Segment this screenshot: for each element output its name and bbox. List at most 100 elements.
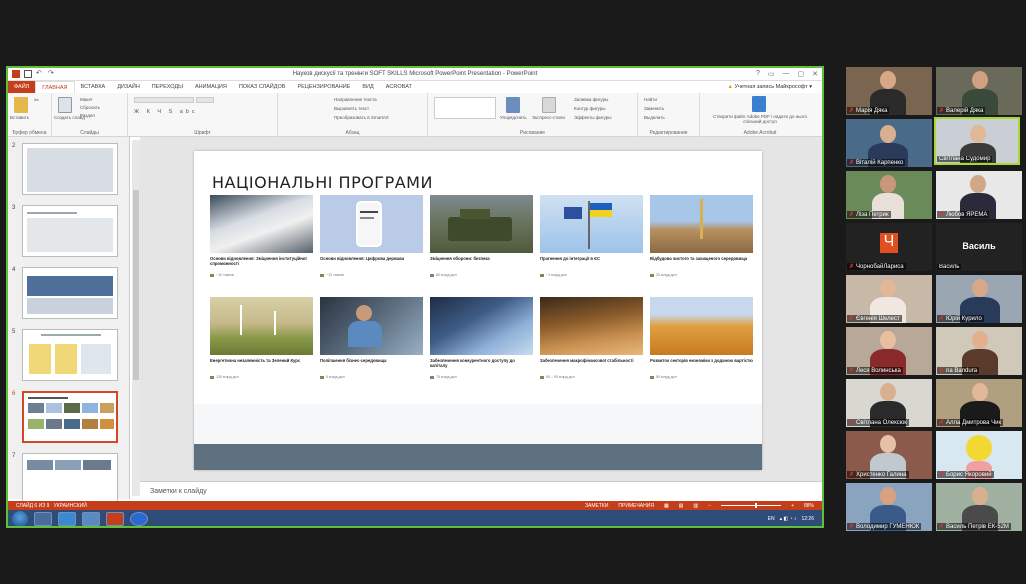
participant-name: ✗ Володимир ГУМЕНЮК [847, 523, 922, 530]
quick-styles-button[interactable]: Экспресс-стили [532, 115, 565, 120]
create-pdf-icon[interactable] [752, 96, 766, 112]
slide-thumbnail-selected[interactable] [22, 391, 118, 443]
tab-transitions[interactable]: ПЕРЕХОДЫ [146, 81, 189, 93]
account-menu[interactable]: ▲ Учетная запись Майкрософт ▾ [727, 84, 822, 90]
find-button[interactable]: Найти [644, 97, 657, 102]
font-family-select[interactable] [134, 97, 194, 103]
participant-tile[interactable]: ✗ Василь Петрів ЕК-52М [936, 483, 1022, 531]
thumbnail-5[interactable]: 5 [10, 329, 128, 385]
section-button[interactable]: Раздел [80, 113, 95, 118]
zoom-slider[interactable] [721, 503, 782, 508]
slide-thumbnail[interactable] [22, 143, 118, 195]
maximize-button[interactable]: ▢ [798, 70, 805, 78]
comments-toggle-button[interactable]: ПРИМЕЧАНИЯ [618, 503, 654, 509]
participant-tile[interactable]: ✗ Любов ЯРЕМА [936, 171, 1022, 219]
tab-design[interactable]: ДИЗАЙН [111, 81, 146, 93]
participant-tile[interactable]: ✗ Марія Дяка [846, 67, 932, 115]
muted-mic-icon: ✗ [939, 420, 945, 426]
tab-animations[interactable]: АНИМАЦИЯ [189, 81, 233, 93]
font-size-select[interactable] [196, 97, 214, 103]
participant-tile[interactable]: ✗ Володимир ГУМЕНЮК [846, 483, 932, 531]
shape-outline-button[interactable]: Контур фигуры [574, 106, 605, 111]
participant-tile[interactable]: ✗ Ліза Петрик [846, 171, 932, 219]
zoom-out-button[interactable]: − [708, 503, 711, 509]
quick-styles-icon[interactable] [542, 97, 556, 113]
thumbnail-6[interactable]: 6 [10, 391, 128, 447]
slide-thumbnail[interactable] [22, 453, 118, 505]
participant-tile[interactable]: ✗ Леся Волинська [846, 327, 932, 375]
shapes-gallery[interactable] [434, 97, 496, 119]
participant-tile[interactable]: Василь Василь [936, 223, 1022, 271]
tab-insert[interactable]: ВСТАВКА [75, 81, 112, 93]
tab-view[interactable]: ВИД [356, 81, 379, 93]
thumbnail-3[interactable]: 3 [10, 205, 128, 261]
sorter-view-icon[interactable]: ▤ [679, 503, 684, 509]
ribbon: Вставить ✂ Буфер обмена Создать слайд Ма… [8, 93, 822, 137]
notes-toggle-button[interactable]: ЗАМЕТКИ [585, 503, 608, 509]
close-button[interactable]: ✕ [812, 70, 818, 78]
participant-tile[interactable]: ✗ Борис Якоровий [936, 431, 1022, 479]
help-button[interactable]: ? [756, 70, 760, 78]
replace-button[interactable]: Заменить [644, 106, 664, 111]
tab-file[interactable]: ФАЙЛ [8, 81, 36, 93]
zoom-level[interactable]: 88% [804, 503, 814, 509]
participant-tile-active-speaker[interactable]: Світлана Судомир [934, 117, 1020, 165]
chrome-taskbar-icon[interactable] [58, 512, 76, 526]
slide-thumbnail[interactable] [22, 267, 118, 319]
powerpoint-taskbar-icon[interactable] [106, 512, 124, 526]
participant-tile[interactable]: ✗ Юрій Курило [936, 275, 1022, 323]
thumbnails-scrollbar[interactable] [132, 140, 140, 496]
tab-acrobat[interactable]: ACROBAT [380, 81, 418, 93]
arrange-icon[interactable] [506, 97, 520, 113]
paste-button[interactable]: Вставить [10, 115, 29, 120]
participant-tile[interactable]: ✗ Євгенія Шелест [846, 275, 932, 323]
status-bar: СЛАЙД 6 ИЗ 9 УКРАИНСКИЙ ЗАМЕТКИ ПРИМЕЧАН… [8, 501, 822, 510]
explorer-taskbar-icon[interactable] [34, 512, 52, 526]
current-slide[interactable]: НАЦІОНАЛЬНІ ПРОГРАМИ Основи відновлення:… [194, 151, 762, 470]
cut-icon[interactable]: ✂ [34, 97, 39, 104]
arrange-button[interactable]: Упорядочить [500, 115, 527, 120]
office-worker-photo [320, 297, 423, 355]
language-indicator[interactable]: УКРАИНСКИЙ [54, 503, 87, 509]
participant-tile[interactable]: ✗ na Bandura [936, 327, 1022, 375]
minimize-button[interactable]: — [783, 70, 790, 78]
zoom-in-button[interactable]: + [791, 503, 794, 509]
font-format-buttons[interactable]: Ж К Ч S abc [134, 109, 198, 115]
tab-review[interactable]: РЕЦЕНЗИРОВАНИЕ [291, 81, 356, 93]
participant-tile[interactable]: Ч ✗ ЧорнобайЛариса [846, 223, 932, 271]
thumbnail-number: 2 [12, 143, 16, 149]
tab-home[interactable]: ГЛАВНАЯ [35, 81, 75, 93]
shape-effects-button[interactable]: Эффекты фигуры [574, 115, 612, 120]
reading-view-icon[interactable]: ▥ [693, 503, 698, 509]
create-pdf-button[interactable]: Створити файл Adobe PDF і надати до ньог… [704, 114, 816, 124]
slide-thumbnail[interactable] [22, 205, 118, 257]
clock[interactable]: 12:26 [801, 516, 814, 522]
normal-view-icon[interactable]: ▦ [664, 503, 669, 509]
text-direction-button[interactable]: Направление текста [334, 97, 377, 102]
smartart-button[interactable]: Преобразовать в SmartArt [334, 115, 389, 120]
thumbnail-4[interactable]: 4 [10, 267, 128, 323]
participant-tile[interactable]: ✗ Світлана Олексюк [846, 379, 932, 427]
select-button[interactable]: Выделить [644, 115, 665, 120]
ribbon-display-button[interactable]: ▭ [768, 70, 775, 78]
shape-fill-button[interactable]: Заливка фигуры [574, 97, 608, 102]
reset-button[interactable]: Сбросить [80, 105, 100, 110]
keyboard-language[interactable]: EN [768, 516, 775, 522]
thumbnail-2[interactable]: 2 [10, 143, 128, 199]
tray-icons[interactable]: ▴ ◧ ◔ ♪ [780, 516, 797, 522]
slide-thumbnail[interactable] [22, 329, 118, 381]
participant-tile[interactable]: ✗ Алла Дмитрова Чик [936, 379, 1022, 427]
align-text-button[interactable]: Выровнять текст [334, 106, 369, 111]
participant-tile[interactable]: ✗ Валерій Дяка [936, 67, 1022, 115]
paste-icon[interactable] [14, 97, 28, 113]
layout-button[interactable]: Макет [80, 97, 93, 102]
new-slide-icon[interactable] [58, 97, 72, 113]
participant-tile[interactable]: ✗ Христенко Галина [846, 431, 932, 479]
zoom-taskbar-icon[interactable] [130, 512, 148, 526]
start-button[interactable] [12, 511, 28, 526]
notes-pane[interactable]: Заметки к слайду [140, 481, 822, 501]
browser-taskbar-icon[interactable] [82, 512, 100, 526]
participant-tile[interactable]: ✗ Віталій Карпенко [846, 119, 932, 167]
tab-slideshow[interactable]: ПОКАЗ СЛАЙДОВ [233, 81, 292, 93]
card-meta: 90 – 95 млрд дол [540, 375, 575, 379]
